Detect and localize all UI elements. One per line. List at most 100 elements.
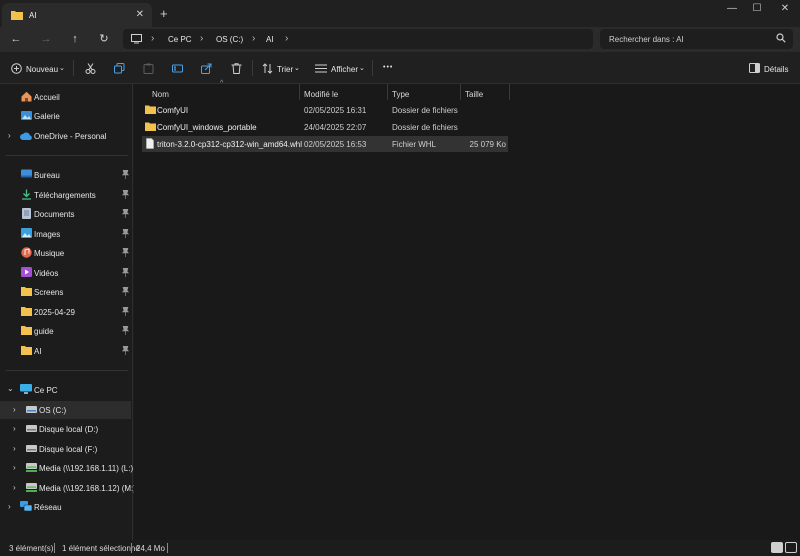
close-tab-icon[interactable]: ✕ — [136, 9, 144, 20]
column-divider[interactable] — [387, 84, 388, 100]
rename-icon[interactable] — [172, 63, 183, 74]
column-header-type[interactable]: Type — [392, 90, 409, 99]
address-bar[interactable] — [123, 29, 593, 49]
sidebar-item-media-m[interactable]: › Media (\\192.168.1.12) (M:) — [0, 479, 136, 497]
pin-icon[interactable] — [122, 346, 129, 355]
chevron-right-icon[interactable]: › — [13, 405, 16, 414]
videos-icon — [21, 267, 32, 277]
pin-icon[interactable] — [122, 268, 129, 277]
sidebar-item-bureau[interactable]: Bureau — [0, 166, 131, 184]
chevron-right-icon[interactable]: › — [8, 131, 11, 140]
pin-icon[interactable] — [122, 190, 129, 199]
search-icon[interactable] — [776, 33, 786, 43]
sidebar-item-os-c[interactable]: › OS (C:) — [0, 401, 131, 419]
sidebar-item-2025-04-29[interactable]: 2025-04-29 — [0, 303, 131, 321]
delete-icon[interactable] — [231, 63, 242, 74]
up-button[interactable]: ↑ — [67, 32, 83, 46]
sidebar-item-label: Documents — [34, 210, 75, 219]
divider — [73, 60, 74, 76]
selection-count: 1 élément sélectionné — [62, 544, 140, 553]
refresh-button[interactable]: ↻ — [96, 32, 112, 46]
sidebar-item-label: Disque local (D:) — [39, 425, 99, 434]
network-drive-icon — [26, 483, 37, 492]
chevron-right-icon[interactable]: › — [285, 33, 288, 44]
sidebar-item-accueil[interactable]: Accueil — [0, 88, 131, 106]
back-button[interactable]: ← — [8, 32, 24, 46]
details-view-button[interactable] — [771, 542, 783, 553]
chevron-down-icon[interactable]: ⌄ — [59, 64, 65, 72]
file-name: ComfyUI_windows_portable — [157, 123, 257, 132]
forward-button[interactable]: → — [38, 32, 54, 46]
pin-icon[interactable] — [122, 248, 129, 257]
sidebar-item-musique[interactable]: Musique — [0, 244, 131, 262]
sidebar-item-galerie[interactable]: Galerie — [0, 107, 131, 125]
details-button[interactable]: Détails — [764, 65, 788, 74]
table-row[interactable]: ComfyUI_windows_portable 24/04/2025 22:0… — [142, 119, 508, 135]
search-input[interactable]: Rechercher dans : AI — [609, 35, 684, 44]
column-divider[interactable] — [299, 84, 300, 100]
tab-ai[interactable]: AI ✕ — [2, 3, 152, 27]
minimize-button[interactable]: — — [722, 3, 742, 14]
paste-icon[interactable] — [143, 63, 154, 74]
item-count: 3 élément(s) — [9, 544, 54, 553]
new-tab-button[interactable]: + — [160, 7, 168, 20]
chevron-down-icon[interactable]: ⌄ — [294, 64, 300, 72]
breadcrumb-os-c[interactable]: OS (C:) — [216, 35, 243, 44]
drive-icon — [26, 406, 37, 413]
pc-icon — [20, 384, 32, 394]
sidebar-item-guide[interactable]: guide — [0, 322, 131, 340]
share-icon[interactable] — [201, 63, 212, 74]
pin-icon[interactable] — [122, 326, 129, 335]
view-button[interactable]: Afficher — [331, 65, 358, 74]
sidebar-item-screens[interactable]: Screens — [0, 283, 131, 301]
sort-button[interactable]: Trier — [277, 65, 293, 74]
chevron-right-icon[interactable]: › — [13, 424, 16, 433]
column-header-name[interactable]: Nom — [152, 90, 169, 99]
sidebar-item-onedrive[interactable]: › OneDrive - Personal — [0, 127, 131, 145]
pin-icon[interactable] — [122, 170, 129, 179]
maximize-button[interactable]: ☐ — [747, 3, 767, 14]
pin-icon[interactable] — [122, 209, 129, 218]
sidebar-item-videos[interactable]: Vidéos — [0, 264, 131, 282]
chevron-right-icon[interactable]: › — [13, 444, 16, 453]
column-header-size[interactable]: Taille — [465, 90, 483, 99]
breadcrumb-ce-pc[interactable]: Ce PC — [168, 35, 192, 44]
pin-icon[interactable] — [122, 287, 129, 296]
divider — [252, 60, 253, 76]
chevron-down-icon[interactable]: ⌄ — [7, 384, 14, 393]
sidebar-item-media-l[interactable]: › Media (\\192.168.1.11) (L:) — [0, 459, 133, 477]
column-divider[interactable] — [509, 84, 510, 100]
pin-icon[interactable] — [122, 307, 129, 316]
file-modified: 02/05/2025 16:53 — [304, 140, 367, 149]
sidebar-item-label: OneDrive - Personal — [34, 132, 107, 141]
chevron-right-icon: › — [252, 33, 256, 44]
chevron-down-icon[interactable]: ⌄ — [359, 64, 365, 72]
sidebar-item-disque-f[interactable]: › Disque local (F:) — [0, 440, 131, 458]
view-icon — [315, 64, 327, 73]
copy-icon[interactable] — [114, 63, 125, 74]
cut-icon[interactable] — [85, 63, 96, 74]
column-header-modified[interactable]: Modifié le — [304, 90, 338, 99]
sidebar-item-reseau[interactable]: › Réseau — [0, 498, 131, 516]
pin-icon[interactable] — [122, 229, 129, 238]
sidebar-item-ai[interactable]: AI — [0, 342, 131, 360]
column-divider[interactable] — [460, 84, 461, 100]
table-row[interactable]: ComfyUI 02/05/2025 16:31 Dossier de fich… — [142, 102, 508, 118]
table-row[interactable]: triton-3.2.0-cp312-cp312-win_amd64.whl 0… — [142, 136, 508, 152]
sidebar-item-images[interactable]: Images — [0, 225, 131, 243]
new-button[interactable]: Nouveau — [26, 65, 58, 74]
chevron-right-icon[interactable]: › — [8, 502, 11, 511]
more-options-button[interactable]: ••• — [383, 64, 393, 71]
sidebar-item-telechargements[interactable]: Téléchargements — [0, 186, 131, 204]
tiles-view-button[interactable] — [785, 542, 797, 553]
chevron-right-icon[interactable]: › — [13, 463, 16, 472]
chevron-right-icon[interactable]: › — [13, 483, 16, 492]
sidebar-item-documents[interactable]: Documents — [0, 205, 131, 223]
breadcrumb-ai[interactable]: AI — [266, 35, 274, 44]
folder-icon — [11, 11, 23, 20]
folder-icon — [145, 122, 156, 131]
details-pane-icon — [749, 63, 760, 73]
close-window-button[interactable]: ✕ — [775, 3, 795, 14]
sidebar-item-disque-d[interactable]: › Disque local (D:) — [0, 420, 131, 438]
sidebar-item-ce-pc[interactable]: ⌄ Ce PC — [0, 381, 131, 399]
